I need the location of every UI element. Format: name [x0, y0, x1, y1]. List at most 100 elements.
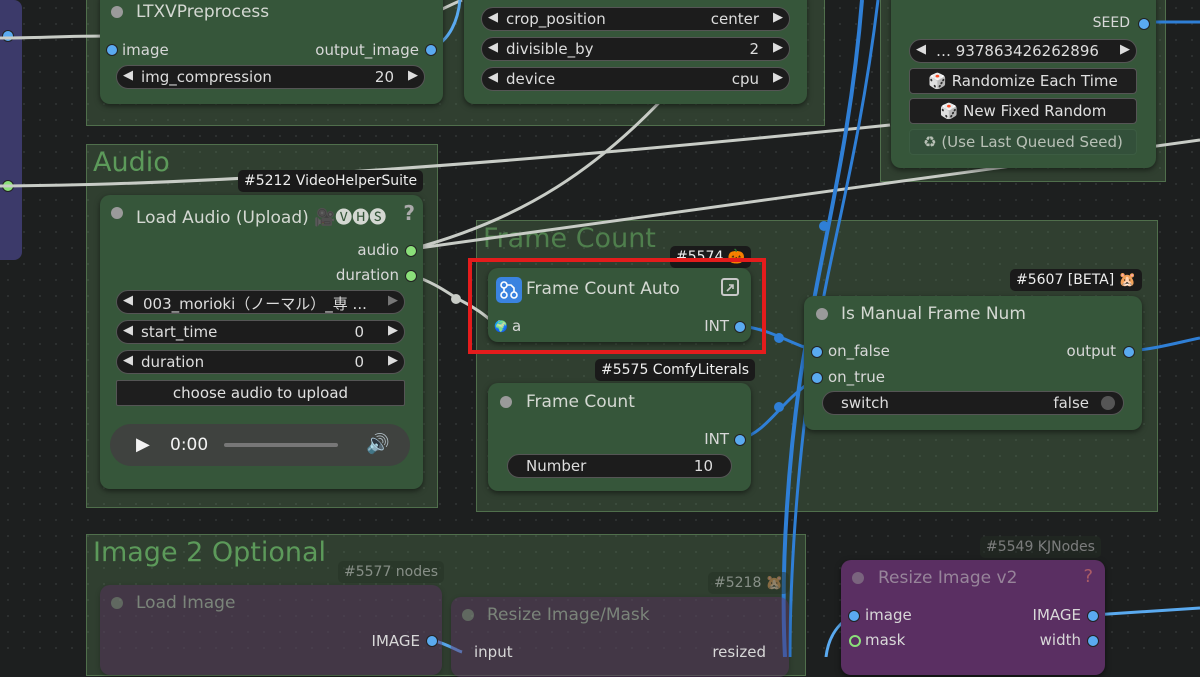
collapse-dot[interactable] [462, 609, 474, 621]
widget-value: 003_morioki（ノーマル）_専 ... [143, 295, 367, 313]
device-widget[interactable]: ◀ device cpu ▶ [481, 67, 790, 91]
increment-arrow-icon[interactable]: ▶ [773, 10, 783, 25]
output-label-audio: audio [357, 241, 399, 259]
decrement-arrow-icon[interactable]: ◀ [123, 68, 133, 83]
node-badge-manual-frame: #5607 [BETA] 🐹 [1010, 269, 1143, 291]
increment-arrow-icon[interactable]: ▶ [388, 353, 398, 368]
input-socket-image[interactable] [848, 610, 860, 622]
wire [0, 34, 111, 40]
increment-arrow-icon[interactable]: ▶ [408, 68, 418, 83]
output-label-seed: SEED [1092, 15, 1130, 31]
input-socket-image[interactable] [106, 44, 118, 56]
highlight-box [468, 258, 766, 354]
node-resize-image-v2[interactable]: Resize Image v2 ? image mask IMAGE width [841, 560, 1105, 675]
wire-reroute [451, 294, 461, 304]
widget-label: start_time [141, 323, 218, 341]
number-widget[interactable]: Number 10 [507, 454, 732, 478]
widget-value: false [1053, 394, 1089, 412]
input-label-on-false: on_false [828, 342, 890, 360]
decrement-arrow-icon[interactable]: ◀ [488, 70, 498, 85]
node-badge-load-audio: #5212 VideoHelperSuite [238, 170, 424, 192]
choose-audio-upload-button[interactable]: choose audio to upload [116, 380, 405, 406]
seek-bar[interactable] [224, 443, 338, 447]
toggle-knob-icon[interactable] [1101, 396, 1115, 410]
recycle-icon: ♻ [923, 133, 937, 151]
widget-value: 2 [749, 40, 759, 58]
node-load-audio[interactable]: Load Audio (Upload) 🎥🅥🅗🅢 ? audio duratio… [100, 195, 423, 489]
increment-arrow-icon[interactable]: ▶ [388, 323, 398, 338]
use-last-queued-seed-button[interactable]: ♻ (Use Last Queued Seed) [909, 129, 1137, 155]
node-title: Resize Image/Mask [487, 605, 650, 625]
input-socket-on-true[interactable] [811, 372, 823, 384]
node-ltxv-preprocess[interactable]: LTXVPreprocess image output_image ◀ img_… [100, 0, 443, 104]
node-badge-5218: #5218 🐹 [708, 572, 790, 594]
node-seed[interactable]: SEED ◀ … 937863426262896 ▶ 🎲 Randomize E… [891, 0, 1156, 168]
node-title: Load Image [136, 593, 236, 613]
node-title: LTXVPreprocess [136, 2, 270, 22]
output-socket-image[interactable] [1087, 610, 1099, 622]
help-icon[interactable]: ? [1083, 566, 1093, 587]
audio-player[interactable]: ▶ 0:00 🔊 [110, 424, 410, 466]
decrement-arrow-icon[interactable]: ◀ [123, 353, 133, 368]
node-badge-kjnodes: #5549 KJNodes [980, 536, 1101, 558]
widget-label: divisible_by [506, 40, 594, 58]
duration-widget[interactable]: ◀ duration 0 ▶ [116, 350, 405, 374]
output-socket[interactable] [1123, 346, 1135, 358]
node-badge-5577: #5577 nodes [338, 561, 445, 583]
decrement-arrow-icon[interactable]: ◀ [488, 40, 498, 55]
collapse-dot[interactable] [111, 6, 123, 18]
widget-value: 20 [374, 68, 394, 86]
widget-label: crop_position [506, 10, 606, 28]
new-fixed-random-button[interactable]: 🎲 New Fixed Random [909, 98, 1137, 124]
increment-arrow-icon[interactable]: ▶ [773, 70, 783, 85]
wire-reroute [774, 402, 784, 412]
increment-arrow-icon[interactable]: ▶ [1120, 42, 1130, 57]
output-socket-seed[interactable] [1138, 18, 1150, 30]
widget-value: cpu [731, 70, 759, 88]
input-socket-on-false[interactable] [811, 346, 823, 358]
audio-file-widget[interactable]: ◀ 003_morioki（ノーマル）_専 ... ▶ [116, 290, 405, 314]
decrement-arrow-icon[interactable]: ◀ [488, 10, 498, 25]
seed-value-widget[interactable]: ◀ … 937863426262896 ▶ [909, 39, 1137, 63]
play-icon[interactable]: ▶ [136, 434, 150, 455]
widget-label: img_compression [141, 68, 272, 86]
collapse-dot[interactable] [111, 207, 123, 219]
collapse-dot[interactable] [852, 572, 864, 584]
player-time: 0:00 [170, 435, 209, 455]
node-crop-settings[interactable]: ◀ crop_position center ▶ ◀ divisible_by … [464, 0, 807, 104]
node-title: Resize Image v2 [878, 568, 1018, 588]
output-label-int: INT [704, 430, 729, 448]
increment-arrow-icon[interactable]: ▶ [388, 293, 398, 308]
node-is-manual-frame-num[interactable]: Is Manual Frame Num on_false on_true out… [804, 296, 1142, 430]
randomize-each-time-button[interactable]: 🎲 Randomize Each Time [909, 68, 1137, 94]
help-icon[interactable]: ? [403, 201, 415, 225]
button-label: (Use Last Queued Seed) [941, 133, 1123, 151]
img-compression-widget[interactable]: ◀ img_compression 20 ▶ [116, 65, 425, 89]
node-frame-count[interactable]: Frame Count INT Number 10 [488, 383, 751, 491]
input-label-image: image [122, 41, 169, 59]
output-socket-duration[interactable] [405, 270, 417, 282]
divisible-by-widget[interactable]: ◀ divisible_by 2 ▶ [481, 37, 790, 61]
volume-icon[interactable]: 🔊 [366, 432, 390, 455]
output-socket-audio[interactable] [405, 245, 417, 257]
start-time-widget[interactable]: ◀ start_time 0 ▶ [116, 320, 405, 344]
widget-value: 10 [693, 457, 713, 475]
decrement-arrow-icon[interactable]: ◀ [123, 323, 133, 338]
output-socket-image[interactable] [426, 635, 438, 647]
node-resize-image-mask[interactable]: Resize Image/Mask [451, 597, 789, 677]
collapse-dot[interactable] [816, 308, 828, 320]
output-socket-int[interactable] [734, 434, 746, 446]
collapse-dot[interactable] [111, 597, 123, 609]
node-load-image[interactable]: Load Image [100, 585, 442, 675]
decrement-arrow-icon[interactable]: ◀ [916, 42, 926, 57]
input-socket-mask[interactable] [849, 635, 861, 647]
switch-toggle[interactable]: switch false [822, 391, 1124, 415]
decrement-arrow-icon[interactable]: ◀ [123, 293, 133, 308]
output-socket-width[interactable] [1087, 635, 1099, 647]
increment-arrow-icon[interactable]: ▶ [773, 40, 783, 55]
crop-position-widget[interactable]: ◀ crop_position center ▶ [481, 7, 790, 31]
widget-label: Number [526, 457, 587, 475]
output-socket-image[interactable] [425, 44, 437, 56]
collapse-dot[interactable] [500, 396, 512, 408]
wire [1092, 606, 1200, 617]
